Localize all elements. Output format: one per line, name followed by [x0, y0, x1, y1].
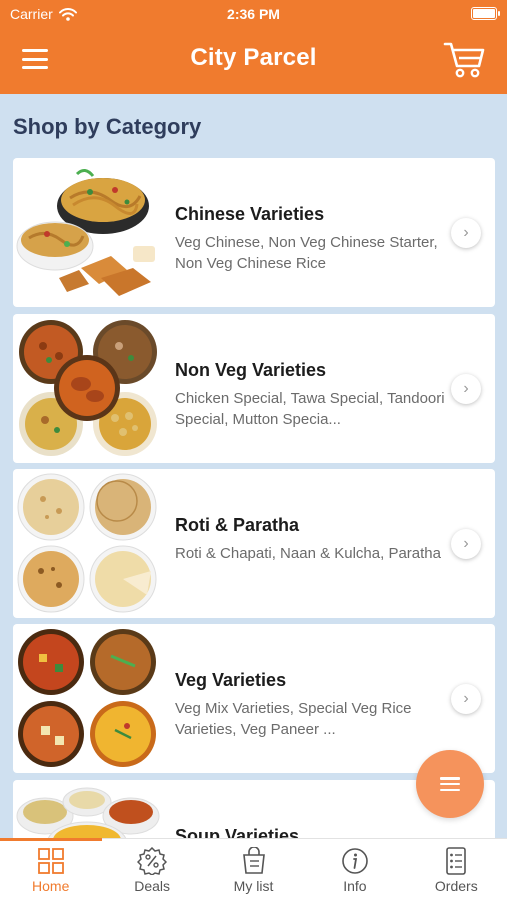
tab-my-list[interactable]: My list: [203, 839, 304, 900]
category-card-chinese[interactable]: Chinese Varieties Veg Chinese, Non Veg C…: [13, 158, 495, 307]
tab-info[interactable]: Info: [304, 839, 405, 900]
shopping-list-icon: [242, 847, 265, 874]
status-time: 2:36 PM: [227, 6, 280, 22]
app-title: City Parcel: [190, 44, 317, 71]
orders-icon: [446, 847, 467, 875]
roti-paratha-image: [17, 473, 157, 613]
tab-home[interactable]: Home: [0, 839, 101, 900]
tab-orders[interactable]: Orders: [406, 839, 507, 900]
discount-icon: [137, 847, 168, 875]
chinese-food-image: [16, 169, 155, 296]
shopping-cart-icon: [443, 42, 485, 78]
status-bar: Carrier 2:36 PM: [0, 5, 507, 25]
veg-food-image: [18, 629, 156, 767]
category-description: Roti & Chapati, Naan & Kulcha, Paratha: [175, 545, 441, 562]
soup-image: [16, 787, 160, 838]
category-card-non-veg[interactable]: Non Veg Varieties Chicken Special, Tawa …: [13, 314, 495, 463]
non-veg-food-image: [19, 320, 157, 456]
floating-menu-button[interactable]: [416, 750, 484, 818]
chevron-right-icon[interactable]: ›: [451, 218, 481, 248]
list-menu-icon: [440, 777, 460, 791]
cart-button[interactable]: [443, 40, 487, 80]
category-name: Soup Varieties: [175, 826, 300, 838]
category-list-screen: Shop by Category Chinese Varieties Veg C…: [0, 94, 507, 838]
active-tab-indicator: [0, 838, 102, 841]
tab-label: Home: [32, 878, 70, 894]
battery-icon: [471, 7, 500, 20]
category-name: Chinese Varieties: [175, 204, 325, 224]
category-description: Chicken Special, Tawa Special, Tandoori …: [175, 390, 445, 428]
category-name: Roti & Paratha: [175, 515, 300, 535]
chevron-right-icon[interactable]: ›: [451, 684, 481, 714]
category-description: Veg Chinese, Non Veg Chinese Starter, No…: [175, 234, 438, 272]
chevron-right-icon[interactable]: ›: [451, 374, 481, 404]
grid-icon: [37, 848, 64, 874]
category-card-veg[interactable]: Veg Varieties Veg Mix Varieties, Special…: [13, 624, 495, 773]
category-name: Veg Varieties: [175, 670, 287, 690]
tab-label: Info: [343, 878, 367, 894]
tab-label: My list: [233, 878, 274, 894]
bottom-tab-bar: Home Deals My list Info Orders: [0, 838, 507, 900]
category-name: Non Veg Varieties: [175, 360, 327, 380]
section-title: Shop by Category: [13, 114, 202, 139]
category-card-roti-paratha[interactable]: Roti & Paratha Roti & Chapati, Naan & Ku…: [13, 469, 495, 618]
tab-deals[interactable]: Deals: [101, 839, 202, 900]
category-description: Veg Mix Varieties, Special Veg Rice Vari…: [175, 700, 412, 738]
info-icon: [342, 848, 368, 874]
tab-label: Orders: [434, 878, 478, 894]
tab-label: Deals: [134, 878, 170, 894]
chevron-right-icon[interactable]: ›: [451, 529, 481, 559]
app-header: Carrier 2:36 PM City Parcel: [0, 0, 507, 94]
